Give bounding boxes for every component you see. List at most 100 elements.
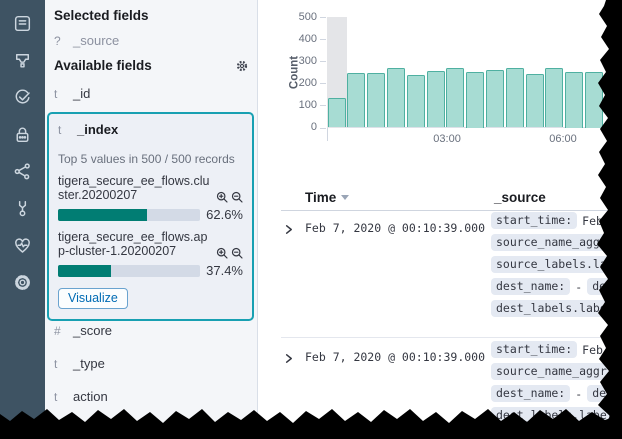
histogram-bar[interactable] xyxy=(367,73,385,127)
source-field-line: dest_name:-dest_name_aggr: xyxy=(491,278,622,295)
fields-panel: Selected fields ?_source Available field… xyxy=(45,0,258,439)
source-value-text: - xyxy=(575,280,582,294)
top-value-label: tigera_secure_ee_flows.app-cluster-1.202… xyxy=(58,231,210,258)
y-axis-tick-label: 100 xyxy=(290,99,317,111)
field-name: _type xyxy=(73,356,105,371)
column-header-time[interactable]: Time xyxy=(305,190,349,205)
source-key-badge: start_time: xyxy=(491,212,577,229)
source-key-badge: dest_name_aggr: xyxy=(587,278,622,295)
top-value-item: tigera_secure_ee_flows.cluster.20200207 6… xyxy=(58,175,243,222)
y-axis-tick-label: 400 xyxy=(290,33,317,45)
source-key-badge: dest_labels.labels xyxy=(491,407,622,424)
magnify-minus-icon[interactable] xyxy=(231,246,243,258)
top-values-list: tigera_secure_ee_flows.cluster.20200207 6… xyxy=(58,175,243,278)
histogram-bar[interactable] xyxy=(328,98,346,127)
table-header-divider xyxy=(281,210,622,211)
field-name: _index xyxy=(77,122,118,137)
histogram-bar[interactable] xyxy=(347,73,365,127)
security-icon[interactable] xyxy=(12,124,33,145)
magnify-plus-icon[interactable] xyxy=(216,246,228,258)
field-row-source[interactable]: ? _source xyxy=(54,33,119,48)
source-field-line: start_time:Feb 7, xyxy=(491,341,622,358)
source-key-badge: source_name_aggr: xyxy=(491,363,619,380)
column-header-source: _source xyxy=(494,190,546,205)
source-field-line: dest_labels.labels xyxy=(491,300,622,317)
y-axis-tick-mark xyxy=(320,61,326,62)
field-row-score[interactable]: # _score xyxy=(54,323,112,338)
field-name: _source xyxy=(73,33,119,48)
histogram-bar[interactable] xyxy=(526,74,544,127)
y-axis-tick-label: 0 xyxy=(290,121,317,133)
top-value-head: tigera_secure_ee_flows.app-cluster-1.202… xyxy=(58,231,243,258)
value-progress-track xyxy=(58,209,200,221)
source-field-line: dest_labels.labels xyxy=(491,407,622,424)
monitoring-icon[interactable] xyxy=(12,235,33,256)
source-key-badge: start_time: xyxy=(491,341,577,358)
top-values-summary: Top 5 values in 500 / 500 records xyxy=(58,152,243,166)
source-key-badge: dest_name: xyxy=(491,278,570,295)
y-axis-tick-label: 300 xyxy=(290,55,317,67)
source-value-text: - xyxy=(575,387,582,401)
field-row-index[interactable]: t _index xyxy=(58,122,243,137)
top-value-bar-row: 62.6% xyxy=(58,207,243,222)
value-percent: 62.6% xyxy=(206,207,243,222)
field-row-id[interactable]: t_id xyxy=(54,86,90,101)
source-key-badge: source_name_aggr: xyxy=(491,234,619,251)
top-value-head: tigera_secure_ee_flows.cluster.20200207 xyxy=(58,175,243,202)
histogram-bar[interactable] xyxy=(446,68,464,127)
histogram-bar[interactable] xyxy=(466,72,484,127)
histogram-bar[interactable] xyxy=(506,68,524,127)
source-field-line: start_time: Feb 7, xyxy=(491,212,622,229)
graph-icon[interactable] xyxy=(12,161,33,182)
field-type-icon: ? xyxy=(54,34,63,48)
app-nav-rail xyxy=(0,0,45,439)
time-cell: Feb 7, 2020 @ 00:10:39.000 xyxy=(305,221,485,235)
field-type-icon: t xyxy=(54,87,63,101)
management-icon[interactable] xyxy=(12,272,33,293)
magnify-plus-icon[interactable] xyxy=(216,190,228,202)
value-progress-fill xyxy=(58,265,111,277)
y-axis-tick-mark xyxy=(320,17,326,18)
top-value-label: tigera_secure_ee_flows.cluster.20200207 xyxy=(58,175,210,202)
y-axis-tick-mark xyxy=(320,128,326,129)
source-key-badge: dest_name: xyxy=(491,385,570,402)
expand-row-icon[interactable] xyxy=(283,222,294,233)
field-row-type[interactable]: t _type xyxy=(54,356,105,371)
source-field-line: dest_name:-dest_name_aggr: xyxy=(491,385,622,402)
uptime-icon[interactable] xyxy=(12,87,33,108)
source-cell: start_time:Feb 7,source_name_aggr:source… xyxy=(491,212,622,322)
top-value-bar-row: 37.4% xyxy=(58,263,243,278)
selected-fields-header: Selected fields xyxy=(54,8,149,23)
expand-row-icon[interactable] xyxy=(283,351,294,362)
kibana-discover-app: Selected fields ?_source Available field… xyxy=(0,0,622,439)
field-name: action xyxy=(73,389,108,404)
y-axis-tick-mark xyxy=(320,105,326,106)
magnify-minus-icon[interactable] xyxy=(231,190,243,202)
field-settings-gear-icon[interactable] xyxy=(235,59,249,73)
value-percent: 37.4% xyxy=(206,263,243,278)
y-axis-tick-label: 500 xyxy=(290,11,317,23)
discover-icon[interactable] xyxy=(12,50,33,71)
field-row-action[interactable]: taction xyxy=(54,389,108,404)
field-name: _score xyxy=(73,323,112,338)
field-type-icon: t xyxy=(54,357,63,371)
histogram-bar[interactable] xyxy=(387,68,405,128)
field-type-icon: t xyxy=(58,123,67,137)
x-axis-tick-label: 03:00 xyxy=(425,133,469,145)
field-type-icon: # xyxy=(54,324,63,338)
histogram-bar[interactable] xyxy=(545,68,563,127)
y-axis-tick-mark xyxy=(320,39,326,40)
logs-icon[interactable] xyxy=(12,13,33,34)
histogram-bar[interactable] xyxy=(486,70,504,128)
devtools-icon[interactable] xyxy=(12,198,33,219)
source-value-text: Feb 7, xyxy=(582,214,622,228)
top-value-zoom-buttons xyxy=(216,246,243,258)
histogram-bar[interactable] xyxy=(427,71,445,128)
histogram-bar[interactable] xyxy=(407,75,425,128)
histogram-bar[interactable] xyxy=(585,72,603,127)
x-axis-tick-label: 06:00 xyxy=(541,133,585,145)
visualize-button[interactable]: Visualize xyxy=(58,288,128,309)
top-value-zoom-buttons xyxy=(216,190,243,202)
histogram-bar[interactable] xyxy=(565,72,583,127)
source-key-badge: dest_labels.labels xyxy=(491,300,622,317)
